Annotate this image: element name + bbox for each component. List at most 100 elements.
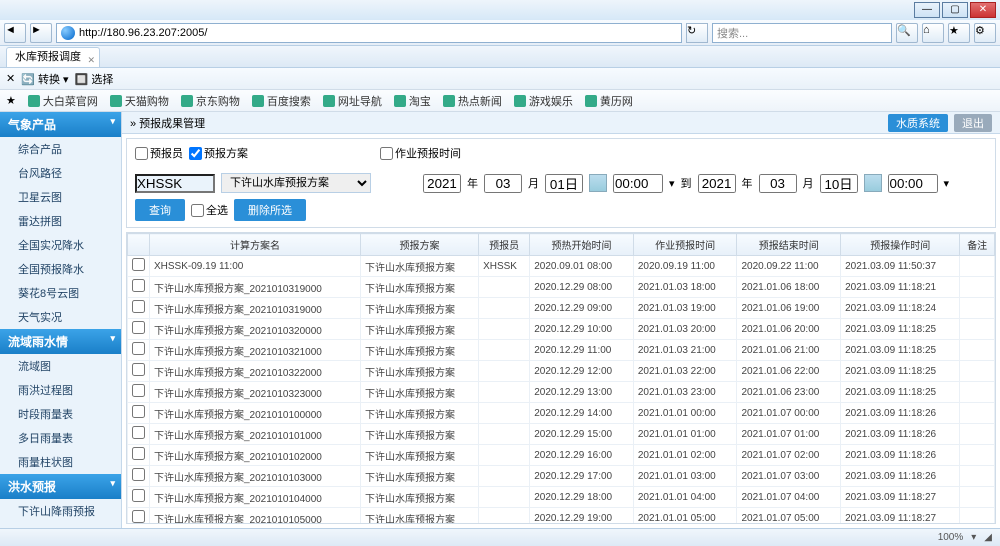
column-header[interactable]: 预报操作时间 [841,234,960,256]
results-grid[interactable]: 计算方案名预报方案预报员预热开始时间作业预报时间预报结束时间预报操作时间备注XH… [126,232,996,524]
sidebar-item[interactable]: 雨洪过程图 [0,378,121,402]
sidebar-group-header[interactable]: 气象产品 [0,112,121,137]
table-row[interactable]: 下许山水库预报方案_2021010102000下许山水库预报方案2020.12.… [128,445,995,466]
sidebar-item[interactable]: 全国实况降水 [0,233,121,257]
table-row[interactable]: 下许山水库预报方案_2021010321000下许山水库预报方案2020.12.… [128,340,995,361]
row-checkbox[interactable] [132,321,145,334]
sidebar-item[interactable]: 天气实况 [0,305,121,329]
sidebar-group-header[interactable]: 流域雨水情 [0,329,121,354]
forecaster-checkbox[interactable]: 预报员 [135,145,183,161]
resize-grip-icon[interactable]: ◢ [984,532,992,543]
sidebar-item[interactable]: 台风路径 [0,161,121,185]
row-checkbox[interactable] [132,363,145,376]
browser-tab[interactable]: 水库预报调度 ✕ [6,47,100,67]
table-row[interactable]: XHSSK-09.19 11:00下许山水库预报方案XHSSK2020.09.0… [128,256,995,277]
bookmark-item[interactable]: 淘宝 [394,93,431,109]
date-from-year[interactable] [423,174,461,193]
sidebar-item[interactable]: 卫星云图 [0,185,121,209]
table-row[interactable]: 下许山水库预报方案_2021010323000下许山水库预报方案2020.12.… [128,382,995,403]
favorites-button[interactable]: ★ [948,23,970,43]
time-to[interactable] [888,174,938,193]
calendar-icon[interactable] [864,174,882,192]
column-header[interactable]: 预报方案 [360,234,478,256]
sidebar-item[interactable]: 时段雨量表 [0,402,121,426]
row-checkbox[interactable] [132,426,145,439]
sidebar-item[interactable]: 下许山降雨预报 [0,499,121,523]
bookmark-item[interactable]: 黄历网 [585,93,633,109]
table-row[interactable]: 下许山水库预报方案_2021010322000下许山水库预报方案2020.12.… [128,361,995,382]
table-row[interactable]: 下许山水库预报方案_2021010100000下许山水库预报方案2020.12.… [128,403,995,424]
bookmark-item[interactable]: 天猫购物 [110,93,169,109]
tools-button[interactable]: ⚙ [974,23,996,43]
bookmark-item[interactable]: 京东购物 [181,93,240,109]
column-header[interactable]: 作业预报时间 [633,234,737,256]
column-header[interactable]: 备注 [960,234,995,256]
zoom-dropdown-icon[interactable]: ▾ [971,532,976,543]
address-bar[interactable]: http://180.96.23.207:2005/ [56,23,682,43]
bookmark-item[interactable]: 网址导航 [323,93,382,109]
bookmark-item[interactable]: 游戏娱乐 [514,93,573,109]
select-link[interactable]: 🔲 选择 [75,71,114,87]
date-to-year[interactable] [698,174,736,193]
close-tab-icon[interactable]: ✕ [87,51,95,69]
query-button[interactable]: 查询 [135,199,185,221]
sidebar-item[interactable]: 葵花8号云图 [0,281,121,305]
column-header[interactable]: 预热开始时间 [530,234,634,256]
bookmark-item[interactable]: 百度搜索 [252,93,311,109]
table-row[interactable]: 下许山水库预报方案_2021010104000下许山水库预报方案2020.12.… [128,487,995,508]
row-checkbox[interactable] [132,489,145,502]
time-from[interactable] [613,174,663,193]
window-close[interactable]: ✕ [970,2,996,18]
forward-button[interactable]: ► [30,23,52,43]
column-header[interactable]: 预报员 [479,234,530,256]
refresh-button[interactable]: ↻ [686,23,708,43]
sidebar-item[interactable]: 综合产品 [0,137,121,161]
exit-button[interactable]: 退出 [954,114,992,132]
column-header[interactable] [128,234,150,256]
table-row[interactable]: 下许山水库预报方案_2021010103000下许山水库预报方案2020.12.… [128,466,995,487]
row-checkbox[interactable] [132,258,145,271]
sidebar-item[interactable]: 全国预报降水 [0,257,121,281]
table-row[interactable]: 下许山水库预报方案_2021010101000下许山水库预报方案2020.12.… [128,424,995,445]
sidebar-item[interactable]: 雷达拼图 [0,209,121,233]
row-checkbox[interactable] [132,468,145,481]
water-quality-system-button[interactable]: 水质系统 [888,114,948,132]
window-maximize[interactable]: ▢ [942,2,968,18]
sidebar-group-header[interactable]: 洪水预报 [0,474,121,499]
calendar-icon[interactable] [589,174,607,192]
search-box[interactable]: 搜索... [712,23,892,43]
station-select[interactable] [135,174,215,193]
row-checkbox[interactable] [132,384,145,397]
date-from-day[interactable] [545,174,583,193]
date-from-month[interactable] [484,174,522,193]
home-button[interactable]: ⌂ [922,23,944,43]
back-button[interactable]: ◄ [4,23,26,43]
search-button[interactable]: 🔍 [896,23,918,43]
row-checkbox[interactable] [132,342,145,355]
scheme-select[interactable]: 下许山水库预报方案 [221,173,371,193]
row-checkbox[interactable] [132,405,145,418]
row-checkbox[interactable] [132,279,145,292]
favorites-star-icon[interactable]: ★ [6,94,16,107]
sidebar-item[interactable]: 多日雨量表 [0,426,121,450]
table-row[interactable]: 下许山水库预报方案_2021010319000下许山水库预报方案2020.12.… [128,277,995,298]
table-row[interactable]: 下许山水库预报方案_2021010105000下许山水库预报方案2020.12.… [128,508,995,525]
row-checkbox[interactable] [132,300,145,313]
row-checkbox[interactable] [132,510,145,523]
date-to-day[interactable] [820,174,858,193]
table-row[interactable]: 下许山水库预报方案_2021010320000下许山水库预报方案2020.12.… [128,319,995,340]
sidebar-item[interactable]: 流域图 [0,354,121,378]
window-minimize[interactable]: — [914,2,940,18]
date-to-month[interactable] [759,174,797,193]
scheme-checkbox[interactable]: 预报方案 [189,145,248,161]
table-row[interactable]: 下许山水库预报方案_2021010319000下许山水库预报方案2020.12.… [128,298,995,319]
column-header[interactable]: 预报结束时间 [737,234,841,256]
row-checkbox[interactable] [132,447,145,460]
bookmark-item[interactable]: 热点新闻 [443,93,502,109]
forecast-time-checkbox[interactable]: 作业预报时间 [380,145,461,161]
bookmark-item[interactable]: 大白菜官网 [28,93,98,109]
delete-selected-button[interactable]: 删除所选 [234,199,306,221]
convert-link[interactable]: 🔄 转换 ▾ [21,71,68,87]
select-all-checkbox[interactable]: 全选 [191,202,228,218]
column-header[interactable]: 计算方案名 [150,234,361,256]
